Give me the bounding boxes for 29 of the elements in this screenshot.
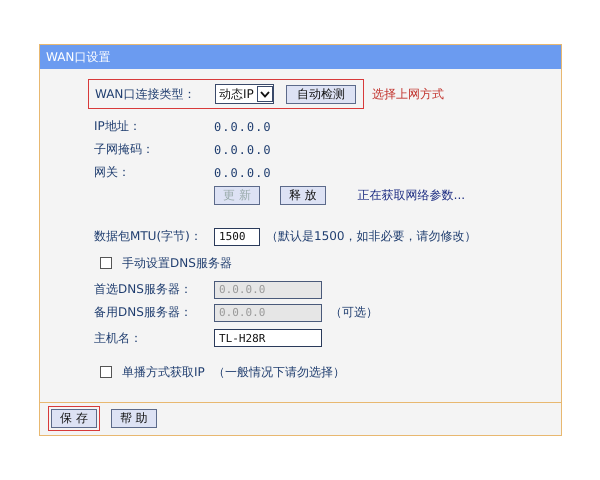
field-value: 0.0.0.0 (214, 142, 272, 156)
unicast-checkbox[interactable] (100, 366, 112, 378)
hint-text: （一般情况下请勿选择） (212, 364, 345, 380)
field-label: 首选DNS服务器： (94, 281, 193, 298)
dns-checkbox[interactable] (100, 257, 112, 269)
field-value: 0.0.0.0 (214, 166, 272, 180)
field-label: WAN口连接类型： (95, 86, 196, 102)
save-button[interactable]: 保 存 (51, 409, 97, 428)
hostname-field[interactable]: TL-H28R (214, 329, 322, 347)
field-value: 0.0.0.0 (214, 120, 272, 134)
field-label: IP地址： (94, 118, 142, 135)
caret-icon (260, 90, 270, 98)
release-button[interactable]: 释 放 (280, 186, 326, 205)
field-label: 备用DNS服务器： (94, 304, 193, 321)
field-label: 网关： (94, 164, 131, 181)
type-dropdown[interactable]: 动态IP (215, 84, 274, 104)
field-label: 数据包MTU(字节)： (94, 228, 203, 245)
detect-button[interactable]: 自动检测 (286, 84, 356, 104)
hint-text: （默认是1500，如非必要，请勿修改） (266, 228, 477, 245)
checkbox-label: 单播方式获取IP (122, 364, 205, 380)
annotation-note: 选择上网方式 (372, 86, 444, 102)
mtu-field[interactable]: 1500 (214, 228, 260, 246)
help-button[interactable]: 帮 助 (110, 409, 157, 428)
checkbox-label: 手动设置DNS服务器 (122, 254, 232, 272)
panel-header: WAN口设置 (40, 45, 561, 69)
field-label: 子网掩码： (94, 141, 155, 158)
hint-text: （可选） (330, 304, 378, 321)
field-label: 主机名： (94, 330, 143, 346)
status-message: 正在获取网络参数... (358, 187, 466, 204)
